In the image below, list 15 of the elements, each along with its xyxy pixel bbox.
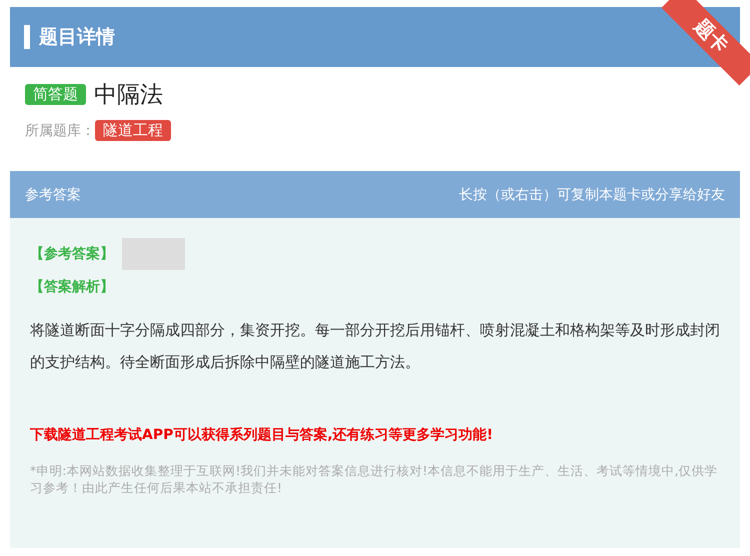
promo-text: 下载隧道工程考试APP可以获得系列题目与答案,还有练习等更多学习功能! <box>30 426 494 444</box>
answer-title: 参考答案 <box>25 186 81 204</box>
bank-tag[interactable]: 隧道工程 <box>95 120 171 141</box>
page-title: 题目详情 <box>39 25 115 50</box>
analysis-label: 【答案解析】 <box>30 278 115 296</box>
question-type-badge: 简答题 <box>25 84 86 105</box>
analysis-text: 将隧道断面十字分隔成四部分，集资开挖。每一部分开挖后用锚杆、喷射混凝土和格构架等及时形成封闭的支护结构。待全断面形成后拆除中隔壁的隧道施工方法。 <box>30 320 720 373</box>
disclaimer-text: *申明:本网站数据收集整理于互联网!我们并未能对答案信息进行核对!本信息不能用于生产、生活、考试等情境中,仅供学习参考！由此产生任何后果本站不承担责任! <box>30 462 718 496</box>
answer-label: 【参考答案】 <box>30 245 114 263</box>
corner-ribbon: 题卡 <box>662 0 750 86</box>
share-hint: 长按（或右击）可复制本题卡或分享给好友 <box>459 186 725 204</box>
question-title: 中隔法 <box>94 81 163 110</box>
answer-image-placeholder <box>122 238 185 270</box>
title-marker <box>24 25 30 49</box>
bank-label: 所属题库： <box>25 122 95 140</box>
